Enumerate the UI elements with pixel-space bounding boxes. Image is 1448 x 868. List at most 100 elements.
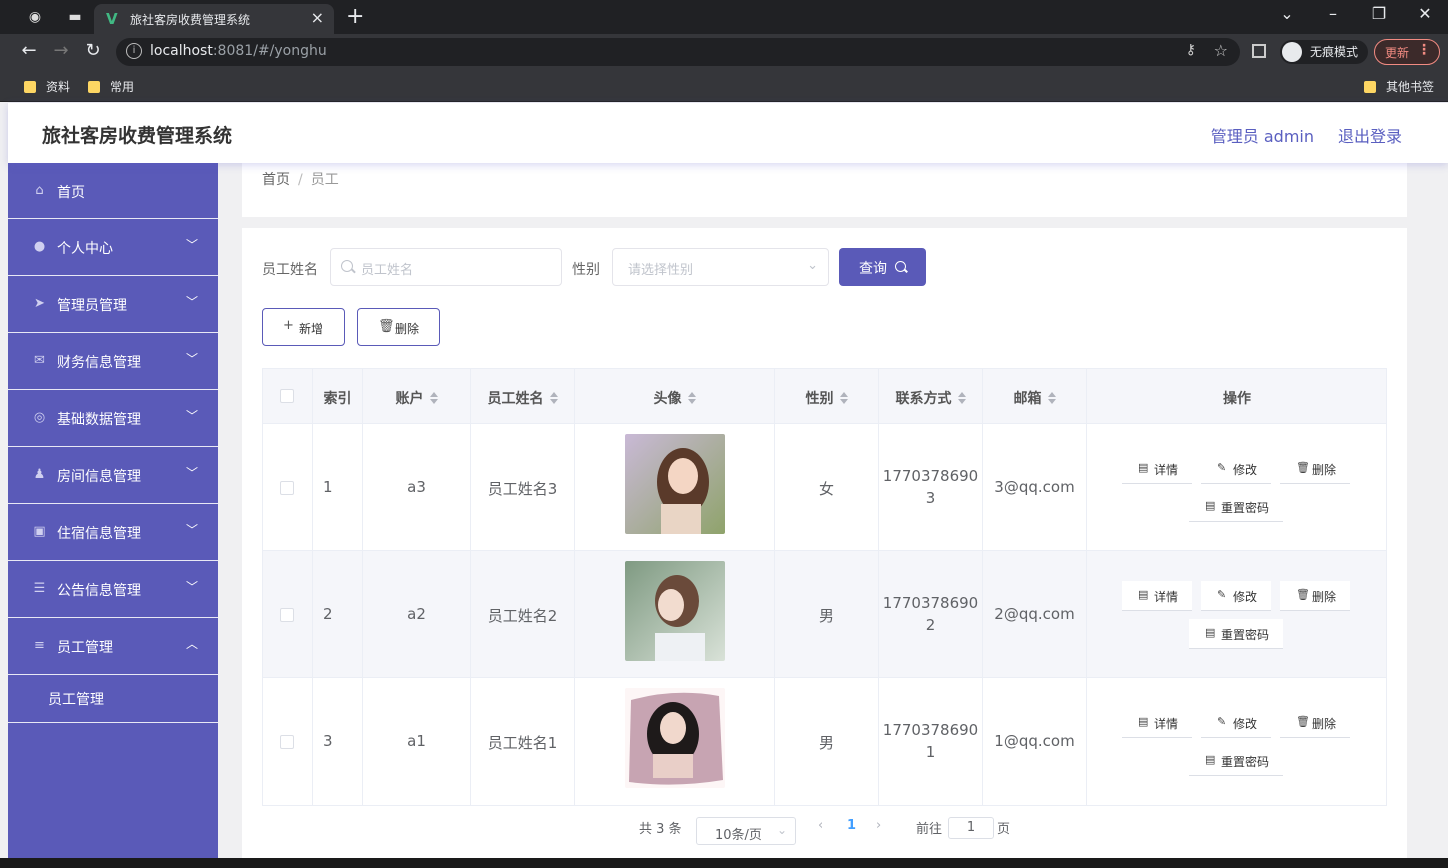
list-icon: ≡ (34, 638, 45, 653)
window-icon[interactable]: ▬ (66, 8, 84, 26)
close-tab-icon[interactable]: × (311, 8, 324, 27)
cell-gender: 男 (818, 734, 834, 752)
edit-label: 修改 (1233, 590, 1258, 604)
circle-icon: ◎ (33, 410, 46, 425)
add-button[interactable]: + 新增 (262, 308, 345, 346)
row-delete-button[interactable]: 🗑 删除 (1280, 454, 1350, 484)
sidebar-item-admins[interactable]: ➤ 管理员管理 ﹀ (8, 276, 218, 333)
cell-email: 3@qq.com (994, 478, 1075, 496)
goto-page-input[interactable]: 1 (948, 817, 994, 839)
detail-button[interactable]: ▤ 详情 (1122, 581, 1192, 611)
sidebar-item-basic-data[interactable]: ◎ 基础数据管理 ﹀ (8, 390, 218, 447)
header-name[interactable]: 员工姓名 (471, 388, 574, 408)
cell-index: 2 (323, 605, 333, 623)
other-bookmarks[interactable]: 其他书签 (1364, 78, 1434, 95)
next-page-icon[interactable]: › (876, 818, 881, 833)
close-window-icon[interactable]: ✕ (1410, 4, 1440, 23)
clipboard-icon: ▣ (33, 524, 46, 539)
sort-icon[interactable] (687, 392, 696, 404)
reset-password-button[interactable]: ▤ 重置密码 (1189, 492, 1283, 522)
header-phone[interactable]: 联系方式 (879, 388, 982, 408)
key-icon[interactable]: ⚷ (1186, 42, 1196, 58)
detail-button[interactable]: ▤ 详情 (1122, 708, 1192, 738)
cell-phone-line1: 1770378690 (882, 721, 979, 739)
row-checkbox[interactable] (280, 481, 294, 495)
sort-icon[interactable] (957, 392, 966, 404)
table-row: 1 a3 员工姓名3 女 1770378690 3 3@qq.com ▤ 详情 (263, 424, 1386, 551)
incognito-badge[interactable]: 无痕模式 (1280, 40, 1368, 64)
delete-button[interactable]: 🗑 删除 (357, 308, 440, 346)
edit-button[interactable]: ✎ 修改 (1201, 581, 1271, 611)
sidebar-item-finance[interactable]: ✉ 财务信息管理 ﹀ (8, 333, 218, 390)
avatar-image (625, 561, 725, 661)
gender-select-placeholder: 请选择性别 (628, 263, 694, 278)
bookmark-folder[interactable]: 资料 (24, 78, 70, 95)
sidebar-item-notices[interactable]: ☰ 公告信息管理 ﹀ (8, 561, 218, 618)
name-search-placeholder: 员工姓名 (361, 263, 414, 278)
globe-icon[interactable]: ◉ (26, 8, 44, 26)
logout-link[interactable]: 退出登录 (1338, 123, 1402, 147)
detail-button[interactable]: ▤ 详情 (1122, 454, 1192, 484)
breadcrumb-home[interactable]: 首页 (262, 172, 290, 188)
cell-index: 1 (323, 478, 333, 496)
forward-icon[interactable]: → (50, 40, 72, 61)
person-icon: ♟ (33, 467, 46, 482)
edit-button[interactable]: ✎ 修改 (1201, 454, 1271, 484)
sidebar-item-staff[interactable]: ≡ 员工管理 ︿ (8, 618, 218, 675)
restore-icon[interactable]: ❐ (1364, 4, 1394, 23)
query-button[interactable]: 查询 (839, 248, 926, 286)
sidebar-subitem-staff[interactable]: 员工管理 (8, 675, 218, 723)
row-checkbox[interactable] (280, 608, 294, 622)
sidebar: ⌂ 首页 ● 个人中心 ﹀ ➤ 管理员管理 ﹀ ✉ 财务信息管理 ﹀ ◎ 基础数… (8, 163, 218, 868)
reset-password-button[interactable]: ▤ 重置密码 (1189, 619, 1283, 649)
home-icon: ⌂ (35, 183, 44, 198)
update-button[interactable]: 更新 ⋮ (1374, 39, 1440, 65)
send-icon: ➤ (34, 296, 45, 311)
new-tab-icon[interactable]: + (346, 4, 364, 29)
prev-page-icon[interactable]: ‹ (818, 818, 823, 833)
sidebar-item-rooms[interactable]: ♟ 房间信息管理 ﹀ (8, 447, 218, 504)
back-icon[interactable]: ← (18, 40, 40, 61)
minimize-icon[interactable]: – (1318, 4, 1348, 23)
sort-icon[interactable] (1047, 392, 1056, 404)
sidebar-item-home[interactable]: ⌂ 首页 (8, 163, 218, 219)
cell-name: 员工姓名2 (487, 607, 558, 625)
side-panel-icon[interactable] (1252, 44, 1266, 58)
header-account[interactable]: 账户 (363, 388, 470, 408)
sort-icon[interactable] (839, 392, 848, 404)
vue-icon: V (106, 10, 118, 28)
edit-button[interactable]: ✎ 修改 (1201, 708, 1271, 738)
query-button-label: 查询 (859, 261, 887, 277)
bookmark-folder[interactable]: 常用 (88, 78, 134, 95)
sidebar-subitem-label: 员工管理 (48, 692, 104, 708)
url-input[interactable]: i localhost:8081/#/yonghu ⚷ ☆ (116, 38, 1240, 66)
header-gender[interactable]: 性别 (775, 388, 878, 408)
row-delete-button[interactable]: 🗑 删除 (1280, 581, 1350, 611)
folder-icon (1364, 81, 1376, 93)
row-checkbox[interactable] (280, 735, 294, 749)
sort-icon[interactable] (549, 392, 558, 404)
sidebar-item-label: 员工管理 (57, 640, 113, 656)
document-icon: ▤ (1205, 626, 1216, 639)
reload-icon[interactable]: ↻ (82, 40, 104, 61)
chevron-down-icon: ﹀ (185, 409, 198, 423)
sort-icon[interactable] (429, 392, 438, 404)
page-size-select[interactable]: 10条/页 ⌄ (696, 817, 796, 845)
reset-password-button[interactable]: ▤ 重置密码 (1189, 746, 1283, 776)
header-avatar[interactable]: 头像 (575, 388, 774, 408)
browser-tab-bar: ◉ ▬ V 旅社客房收费管理系统 × + ⌄ – ❐ ✕ (0, 0, 1448, 34)
sidebar-item-label: 个人中心 (57, 241, 113, 257)
sidebar-item-profile[interactable]: ● 个人中心 ﹀ (8, 219, 218, 276)
sidebar-item-lodging[interactable]: ▣ 住宿信息管理 ﹀ (8, 504, 218, 561)
star-icon[interactable]: ☆ (1214, 41, 1228, 60)
page-number-current[interactable]: 1 (847, 818, 856, 833)
header-email[interactable]: 邮箱 (983, 388, 1086, 408)
name-search-input[interactable]: 员工姓名 (330, 248, 562, 286)
info-icon[interactable]: i (126, 43, 142, 59)
select-all-checkbox[interactable] (280, 389, 294, 403)
cell-gender: 男 (818, 607, 834, 625)
browser-tab[interactable]: V 旅社客房收费管理系统 × (94, 4, 334, 34)
row-delete-button[interactable]: 🗑 删除 (1280, 708, 1350, 738)
gender-select[interactable]: 请选择性别 ⌄ (612, 248, 829, 286)
chevron-down-icon[interactable]: ⌄ (1272, 4, 1302, 23)
